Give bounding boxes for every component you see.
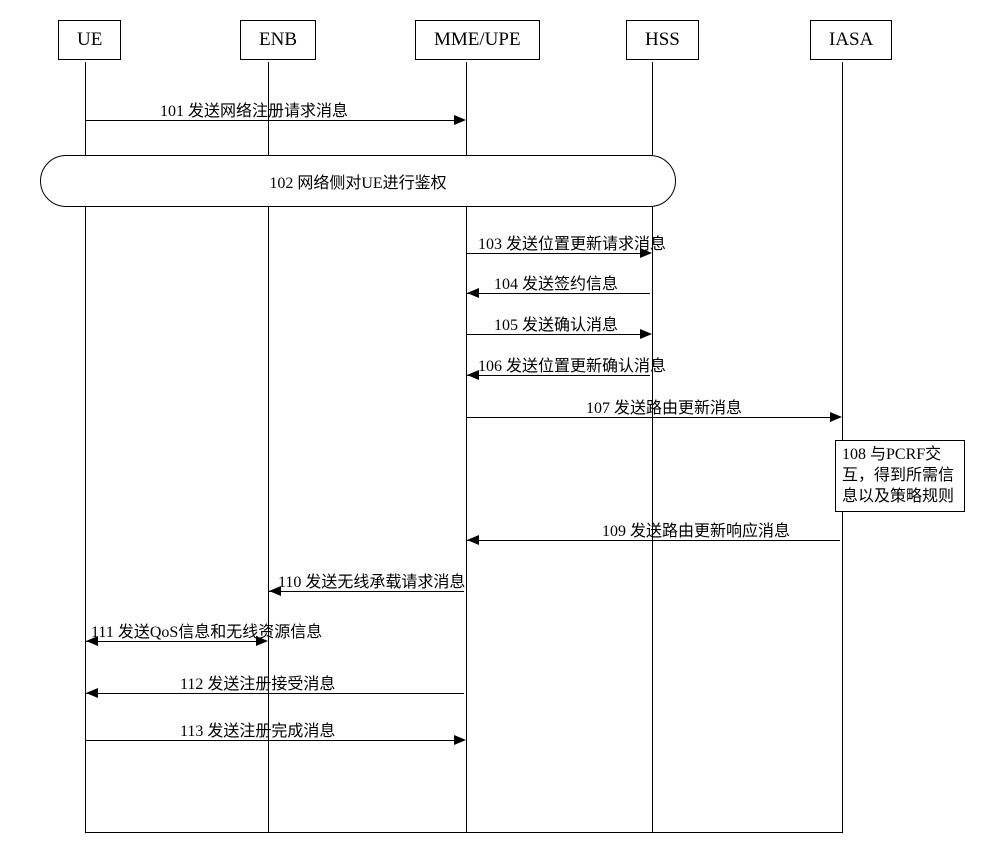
arrow-105 (467, 334, 650, 335)
arrowhead-104 (467, 288, 479, 298)
label-107: 107 发送路由更新消息 (586, 394, 742, 418)
arrow-112 (86, 693, 464, 694)
arrowhead-105 (640, 329, 652, 339)
label-105: 105 发送确认消息 (494, 311, 618, 335)
arrowhead-101 (454, 115, 466, 125)
sequence-diagram: UE ENB MME/UPE HSS IASA 101 发送网络注册请求消息 1… (30, 20, 970, 833)
participant-hss: HSS (626, 20, 699, 60)
arrow-110 (269, 591, 464, 592)
label-109: 109 发送路由更新响应消息 (602, 517, 790, 541)
arrow-103 (467, 253, 650, 254)
arrowhead-111-right (256, 636, 268, 646)
label-111: 111 发送QoS信息和无线资源信息 (91, 618, 322, 642)
arrow-113 (86, 740, 464, 741)
label-113: 113 发送注册完成消息 (180, 717, 335, 741)
label-101: 101 发送网络注册请求消息 (160, 97, 348, 121)
arrowhead-111-left (86, 636, 98, 646)
label-103: 103 发送位置更新请求消息 (478, 230, 666, 254)
participant-iasa: IASA (810, 20, 892, 60)
arrow-111 (86, 641, 266, 642)
bottom-rule (85, 832, 843, 833)
arrowhead-107 (830, 412, 842, 422)
arrowhead-103 (640, 248, 652, 258)
arrow-106 (467, 375, 650, 376)
arrowhead-110 (269, 586, 281, 596)
arrow-107 (467, 417, 840, 418)
arrowhead-112 (86, 688, 98, 698)
participant-mme: MME/UPE (415, 20, 540, 60)
arrow-109 (467, 540, 840, 541)
arrow-104 (467, 293, 650, 294)
label-106: 106 发送位置更新确认消息 (478, 352, 666, 376)
arrowhead-109 (467, 535, 479, 545)
label-112: 112 发送注册接受消息 (180, 670, 335, 694)
arrowhead-113 (454, 735, 466, 745)
label-110: 110 发送无线承载请求消息 (278, 568, 465, 592)
step-102-oval: 102 网络侧对UE进行鉴权 (40, 155, 676, 207)
arrowhead-106 (467, 370, 479, 380)
participant-ue: UE (58, 20, 121, 60)
label-104: 104 发送签约信息 (494, 270, 618, 294)
note-108: 108 与PCRF交互，得到所需信息以及策略规则 (835, 440, 965, 512)
participant-enb: ENB (240, 20, 316, 60)
arrow-101 (86, 120, 464, 121)
